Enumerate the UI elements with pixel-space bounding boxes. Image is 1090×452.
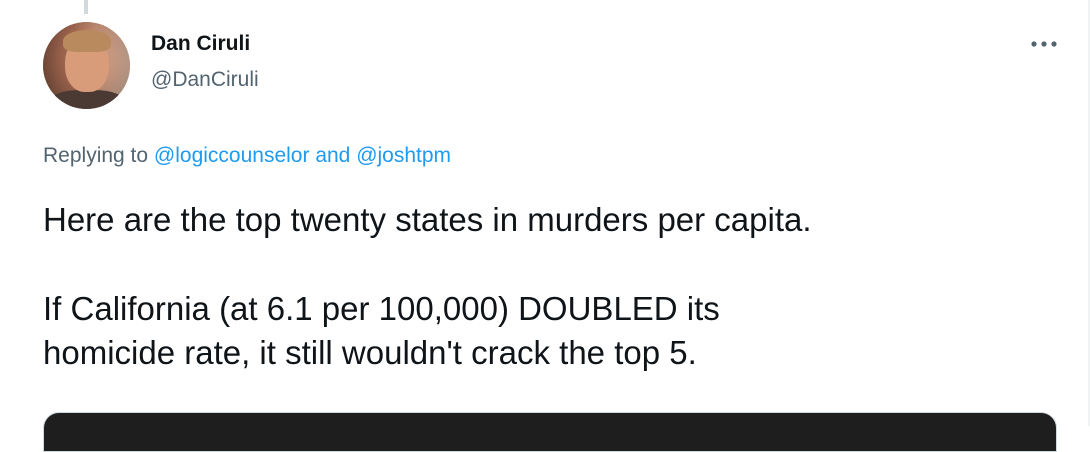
attached-media-preview[interactable]	[43, 412, 1057, 452]
tweet-text: Here are the top twenty states in murder…	[43, 198, 1043, 375]
replying-to-line: Replying to @logiccounselor and @joshtpm	[43, 142, 451, 170]
thread-connector-line	[84, 0, 88, 14]
reply-connector-and: and	[315, 144, 351, 167]
replying-to-label: Replying to	[43, 144, 149, 167]
reply-mention-logiccounselor[interactable]: @logiccounselor	[154, 144, 310, 167]
tweet-text-line-1: Here are the top twenty states in murder…	[43, 201, 812, 238]
avatar-hair	[63, 30, 111, 52]
more-options-icon[interactable]	[1028, 34, 1060, 54]
avatar[interactable]	[43, 22, 130, 109]
tweet-text-line-3: homicide rate, it still wouldn't crack t…	[43, 334, 697, 371]
author-name[interactable]: Dan Ciruli	[151, 30, 250, 58]
tweet-text-line-2: If California (at 6.1 per 100,000) DOUBL…	[43, 290, 720, 327]
avatar-shirt	[49, 90, 125, 109]
author-handle[interactable]: @DanCiruli	[151, 66, 259, 94]
reply-mention-joshtpm[interactable]: @joshtpm	[356, 144, 451, 167]
